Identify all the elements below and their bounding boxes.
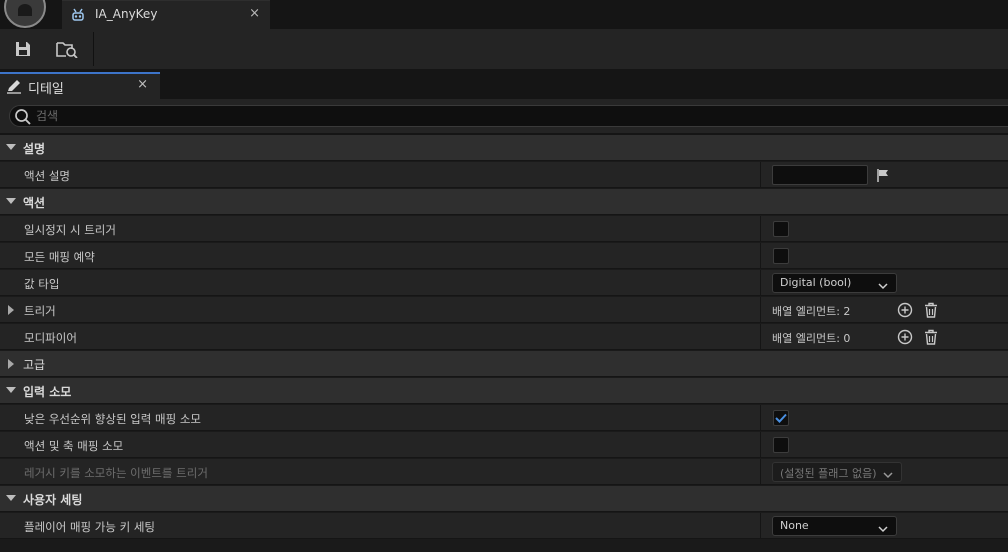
column-splitter[interactable]	[760, 270, 761, 296]
save-icon	[16, 42, 30, 56]
add-element-icon[interactable]	[896, 301, 914, 319]
column-splitter[interactable]	[760, 432, 761, 458]
column-splitter[interactable]	[760, 459, 761, 485]
prop-label: 트리거	[24, 304, 56, 318]
checkmark-icon	[775, 413, 787, 423]
toolbar	[0, 29, 1008, 69]
prop-triggers: 트리거 배열 엘리먼트: 2	[0, 297, 1008, 323]
chevron-down-icon	[878, 522, 888, 536]
search-box[interactable]	[9, 105, 1008, 127]
unreal-logo-icon[interactable]	[4, 0, 46, 28]
add-element-icon[interactable]	[896, 328, 914, 346]
prop-label: 일시정지 시 트리거	[24, 223, 116, 237]
prop-trigger-when-paused: 일시정지 시 트리거	[0, 216, 1008, 242]
category-label: 액션	[23, 196, 46, 210]
player-mappable-settings-dropdown[interactable]: None	[772, 516, 897, 536]
search-area	[0, 99, 1008, 133]
prop-consume-action-axis: 액션 및 축 매핑 소모	[0, 432, 1008, 458]
column-splitter[interactable]	[760, 324, 761, 350]
details-tab-label: 디테일	[28, 82, 64, 97]
expand-arrow-icon	[8, 359, 14, 369]
search-icon	[14, 108, 32, 129]
trigger-when-paused-checkbox[interactable]	[773, 221, 789, 237]
legacy-flags-selected: (설정된 플래그 없음)	[780, 467, 877, 480]
browse-folder-icon	[56, 42, 78, 58]
category-description[interactable]: 설명	[0, 135, 1008, 161]
value-type-dropdown[interactable]: Digital (bool)	[772, 273, 897, 293]
prop-label: 모디파이어	[24, 331, 77, 345]
tab-bar: IA_AnyKey ×	[0, 0, 1008, 29]
consume-lower-priority-checkbox[interactable]	[773, 410, 789, 426]
column-splitter[interactable]	[760, 162, 761, 188]
prop-label: 값 타입	[24, 277, 60, 291]
category-advanced[interactable]: 고급	[0, 351, 1008, 377]
collapse-arrow-icon	[6, 387, 16, 393]
chevron-down-icon	[878, 279, 888, 293]
column-splitter[interactable]	[760, 216, 761, 242]
value-type-selected: Digital (bool)	[780, 276, 852, 289]
collapse-arrow-icon	[6, 198, 16, 204]
prop-label: 모든 매핑 예약	[24, 250, 95, 264]
column-splitter[interactable]	[760, 243, 761, 269]
column-splitter[interactable]	[760, 405, 761, 431]
prop-label: 낮은 우선순위 향상된 입력 매핑 소모	[24, 412, 201, 426]
legacy-flags-dropdown[interactable]: (설정된 플래그 없음)	[772, 462, 902, 482]
details-tab[interactable]: 디테일 ×	[0, 72, 160, 99]
consume-action-axis-checkbox[interactable]	[773, 437, 789, 453]
reserve-all-mappings-checkbox[interactable]	[773, 248, 789, 264]
prop-label: 액션 및 축 매핑 소모	[24, 439, 124, 453]
prop-trigger-legacy-events: 레거시 키를 소모하는 이벤트를 트리거 (설정된 플래그 없음)	[0, 459, 1008, 485]
category-action[interactable]: 액션	[0, 189, 1008, 215]
triggers-array-count: 배열 엘리먼트: 2	[772, 305, 851, 318]
asset-tab[interactable]: IA_AnyKey ×	[62, 0, 270, 29]
prop-modifiers: 모디파이어 배열 엘리먼트: 0	[0, 324, 1008, 350]
category-user-settings[interactable]: 사용자 세팅	[0, 486, 1008, 512]
save-button[interactable]	[10, 37, 36, 61]
category-label: 입력 소모	[23, 385, 72, 399]
browse-asset-button[interactable]	[54, 37, 80, 61]
trash-icon[interactable]	[922, 301, 940, 319]
trash-icon[interactable]	[922, 328, 940, 346]
prop-label: 레거시 키를 소모하는 이벤트를 트리거	[24, 466, 208, 480]
details-list: 설명 액션 설명 액션 일시정지 시 트리거 모든 매핑 예약 값 타입 Dig…	[0, 135, 1008, 552]
category-label: 고급	[23, 358, 46, 372]
expand-arrow-icon[interactable]	[8, 305, 14, 315]
prop-action-description: 액션 설명	[0, 162, 1008, 188]
prop-player-mappable-settings: 플레이어 매핑 가능 키 세팅 None	[0, 513, 1008, 539]
prop-value-type: 값 타입 Digital (bool)	[0, 270, 1008, 296]
category-input-consumption[interactable]: 입력 소모	[0, 378, 1008, 404]
prop-reserve-all-mappings: 모든 매핑 예약	[0, 243, 1008, 269]
close-details-icon[interactable]: ×	[137, 77, 148, 92]
column-splitter[interactable]	[760, 297, 761, 323]
collapse-arrow-icon	[6, 495, 16, 501]
category-label: 사용자 세팅	[23, 493, 83, 507]
collapse-arrow-icon	[6, 144, 16, 150]
asset-tab-title: IA_AnyKey	[95, 7, 158, 21]
chevron-down-icon	[883, 468, 893, 482]
toolbar-separator	[93, 32, 94, 66]
input-action-icon	[70, 7, 86, 26]
prop-consume-lower-priority: 낮은 우선순위 향상된 입력 매핑 소모	[0, 405, 1008, 431]
category-label: 설명	[23, 142, 46, 156]
action-description-field[interactable]	[772, 165, 868, 185]
modifiers-array-count: 배열 엘리먼트: 0	[772, 332, 851, 345]
close-tab-icon[interactable]: ×	[249, 6, 260, 21]
panel-header: 디테일 ×	[0, 69, 1008, 99]
prop-label: 플레이어 매핑 가능 키 세팅	[24, 520, 156, 534]
column-splitter[interactable]	[760, 513, 761, 539]
localization-flag-icon[interactable]	[876, 168, 890, 185]
prop-label: 액션 설명	[24, 169, 70, 183]
player-mappable-settings-selected: None	[780, 519, 809, 532]
search-input[interactable]	[36, 107, 936, 125]
details-pencil-icon	[6, 78, 22, 97]
